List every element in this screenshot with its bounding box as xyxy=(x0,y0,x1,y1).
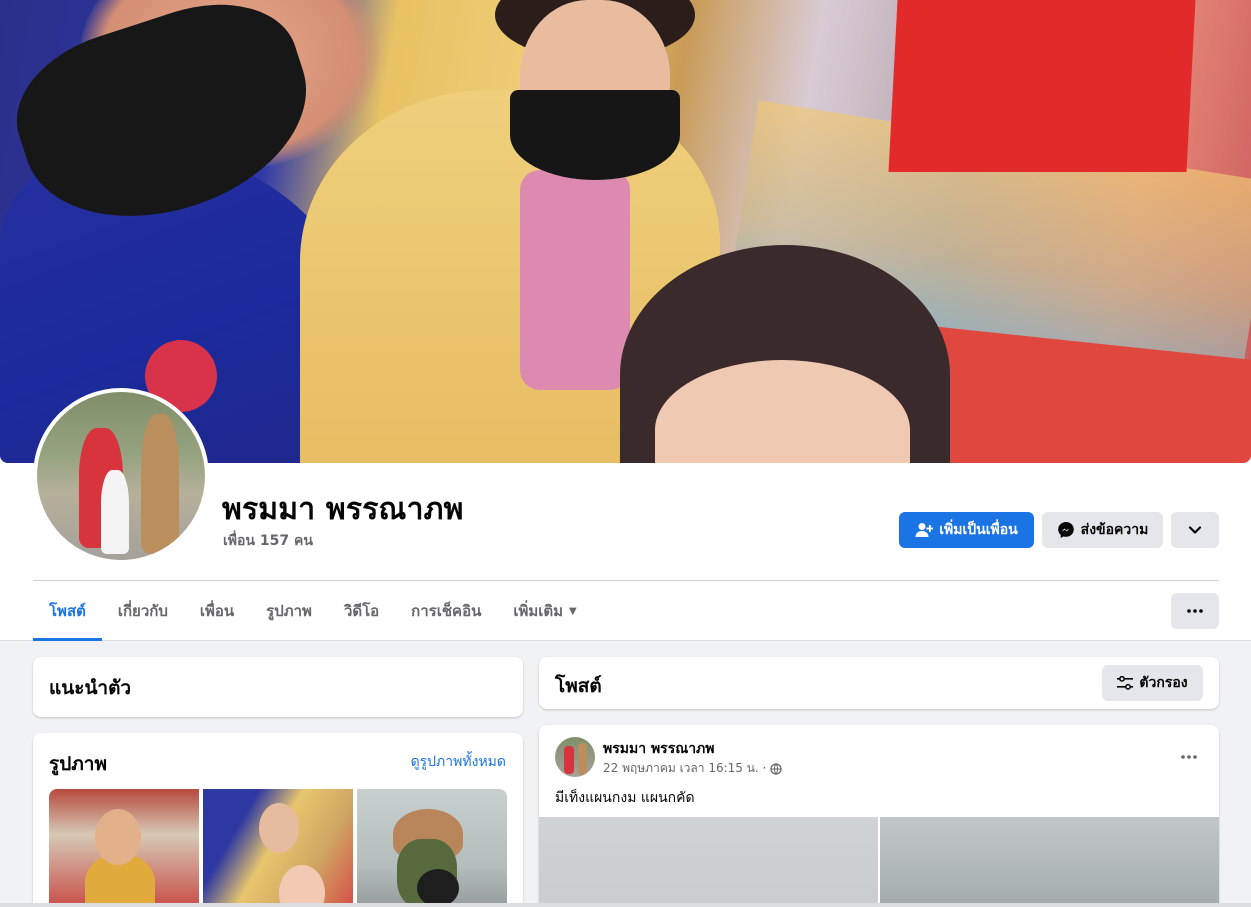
add-friend-label: เพิ่มเป็นเพื่อน xyxy=(939,522,1018,538)
tab-posts[interactable]: โพสต์ xyxy=(33,581,102,641)
profile-options-button[interactable] xyxy=(1171,512,1219,548)
photo-thumbnail[interactable] xyxy=(357,789,507,907)
profile-avatar[interactable] xyxy=(33,388,209,564)
message-label: ส่งข้อความ xyxy=(1080,522,1149,538)
window-bottom-edge xyxy=(0,903,1251,907)
post-card: พรมมา พรรณาภพ 22 พฤษภาคม เวลา 16:15 น. ·… xyxy=(539,725,1219,907)
posts-title: โพสต์ xyxy=(555,675,602,697)
photos-grid xyxy=(49,789,507,907)
add-friend-button[interactable]: เพิ่มเป็นเพื่อน xyxy=(899,512,1034,548)
tab-about[interactable]: เกี่ยวกับ xyxy=(102,581,184,641)
more-icon xyxy=(1187,609,1203,613)
photo-thumbnail[interactable] xyxy=(49,789,199,907)
chevron-down-icon xyxy=(1188,525,1202,535)
friend-count[interactable]: เพื่อน 157 คน xyxy=(223,530,313,552)
post-author-name[interactable]: พรมมา พรรณาภพ xyxy=(603,738,715,760)
post-text: มีเท็งแผนกงม แผนกคัด xyxy=(555,790,695,806)
tab-more[interactable]: เพิ่มเติม ▼ xyxy=(497,581,592,641)
profile-header: พรมมา พรรณาภพ เพื่อน 157 คน เพิ่มเป็นเพื… xyxy=(0,0,1251,641)
post-image[interactable] xyxy=(880,817,1219,907)
more-icon xyxy=(1181,755,1197,759)
filter-icon xyxy=(1117,676,1134,690)
intro-title: แนะนำตัว xyxy=(49,677,132,699)
post-author-avatar[interactable] xyxy=(555,737,595,777)
globe-icon[interactable] xyxy=(770,762,783,775)
posts-header-card: โพสต์ ตัวกรอง xyxy=(539,657,1219,709)
photo-thumbnail[interactable] xyxy=(203,789,353,907)
caret-down-icon: ▼ xyxy=(569,605,577,617)
profile-picture[interactable] xyxy=(37,392,205,560)
intro-card: แนะนำตัว xyxy=(33,657,523,717)
photos-card: รูปภาพ ดูรูปภาพทั้งหมด xyxy=(33,733,523,907)
post-image[interactable] xyxy=(539,817,878,907)
tab-checkins[interactable]: การเช็คอิน xyxy=(395,581,497,641)
post-images xyxy=(539,817,1219,907)
message-button[interactable]: ส่งข้อความ xyxy=(1042,512,1163,548)
tab-friends[interactable]: เพื่อน xyxy=(184,581,250,641)
filter-label: ตัวกรอง xyxy=(1139,675,1188,691)
post-meta: 22 พฤษภาคม เวลา 16:15 น. · xyxy=(603,759,783,778)
cover-photo[interactable] xyxy=(0,0,1251,463)
tab-videos[interactable]: วิดีโอ xyxy=(328,581,395,641)
filter-button[interactable]: ตัวกรอง xyxy=(1102,665,1203,701)
add-friend-icon xyxy=(915,522,934,538)
post-options-button[interactable] xyxy=(1171,739,1207,775)
profile-name: พรมมา พรรณาภพ xyxy=(222,492,464,527)
photos-title[interactable]: รูปภาพ xyxy=(49,749,107,779)
see-all-photos-link[interactable]: ดูรูปภาพทั้งหมด xyxy=(411,751,506,773)
profile-tabs: โพสต์ เกี่ยวกับ เพื่อน รูปภาพ วิดีโอ การ… xyxy=(33,581,593,641)
post-timestamp[interactable]: 22 พฤษภาคม เวลา 16:15 น. · xyxy=(603,759,766,778)
tabs-more-button[interactable] xyxy=(1171,593,1219,629)
tab-photos[interactable]: รูปภาพ xyxy=(250,581,328,641)
messenger-icon xyxy=(1057,521,1075,539)
